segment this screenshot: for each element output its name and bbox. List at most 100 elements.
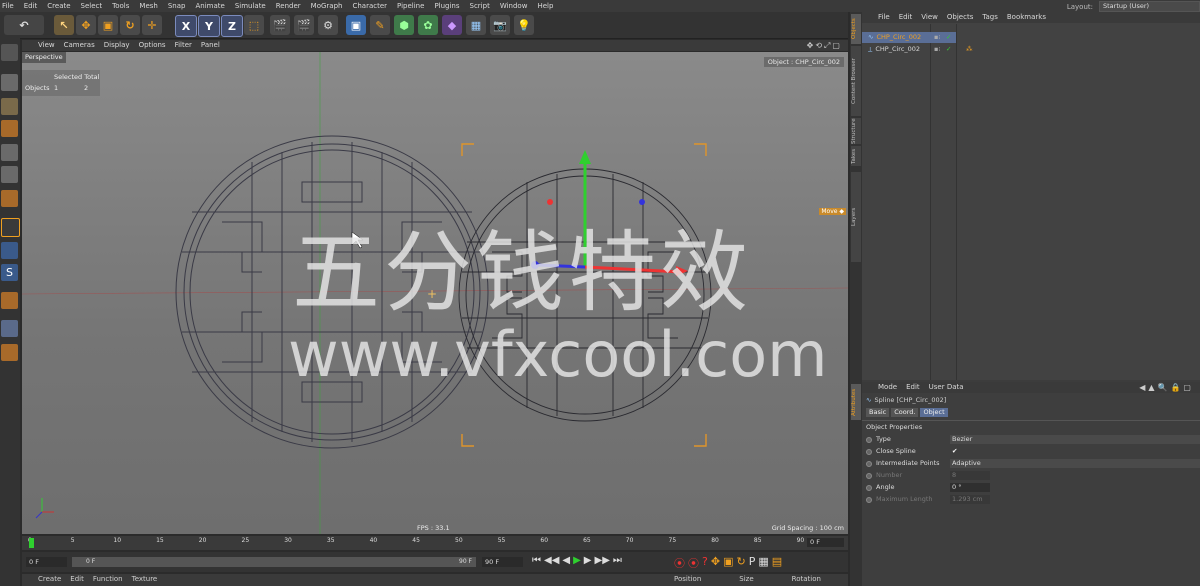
animate-dot-icon[interactable]: [866, 436, 872, 443]
enabled-check-icon[interactable]: ✓: [946, 32, 951, 43]
tab-basic[interactable]: Basic: [866, 408, 890, 417]
viewport-menu-view[interactable]: View: [38, 41, 55, 50]
bottom-menu-create[interactable]: Create: [38, 575, 61, 583]
animate-dot-icon[interactable]: [866, 448, 872, 455]
enabled-check-icon[interactable]: ✓: [946, 44, 951, 55]
am-menu-user-data[interactable]: User Data: [929, 382, 964, 393]
play-icon[interactable]: ▶: [573, 555, 581, 566]
om-menu-objects[interactable]: Objects: [947, 12, 973, 23]
preview-range-slider[interactable]: 0 F 90 F: [72, 557, 476, 567]
object-row-2[interactable]: ⟂ CHP_Circ_002 ▪⁝ ✓ ⁂: [868, 44, 973, 55]
animate-dot-icon[interactable]: [866, 496, 872, 503]
previous-frame-icon[interactable]: ◀: [562, 555, 570, 566]
playhead[interactable]: [29, 538, 34, 548]
visibility-dots-icon[interactable]: ▪⁝: [934, 32, 940, 43]
timeline-ruler[interactable]: 051015202530354045505560657075808590 0 F: [22, 536, 848, 550]
viewport-menu-cameras[interactable]: Cameras: [64, 41, 95, 50]
cube-icon[interactable]: ▣: [346, 15, 366, 35]
viewport-nav-icons[interactable]: ✥⟲⤢▢: [807, 40, 842, 51]
visibility-dots-icon[interactable]: ▪⁝: [934, 44, 940, 55]
render-settings-icon[interactable]: ⚙: [318, 15, 338, 35]
prop-value-disabled[interactable]: 1.293 cm: [950, 495, 990, 504]
camera-icon[interactable]: 📷: [490, 15, 510, 35]
key-param-icon[interactable]: P: [749, 555, 756, 571]
key-rotation-icon[interactable]: ↻: [736, 555, 745, 571]
keyframe-selection-icon[interactable]: ?: [702, 555, 708, 571]
bottom-menu-texture[interactable]: Texture: [132, 575, 158, 583]
timeline-window-icon[interactable]: ▤: [772, 555, 782, 571]
snap-icon[interactable]: S: [1, 264, 18, 281]
bottom-menu-edit[interactable]: Edit: [70, 575, 84, 583]
previous-key-icon[interactable]: ◀◀: [544, 555, 559, 566]
menu-character[interactable]: Character: [352, 1, 387, 11]
menu-plugins[interactable]: Plugins: [434, 1, 459, 11]
prop-value-check[interactable]: ✔: [950, 447, 957, 456]
prop-value-field[interactable]: 0 °: [950, 483, 990, 492]
tab-objects[interactable]: Objects: [851, 14, 861, 44]
menu-snap[interactable]: Snap: [168, 1, 186, 11]
menu-script[interactable]: Script: [470, 1, 490, 11]
perspective-viewport[interactable]: Perspective Selected Total Objects 1 2 O…: [22, 52, 848, 534]
animate-dot-icon[interactable]: [866, 484, 872, 491]
prop-value-disabled[interactable]: 8: [950, 471, 990, 480]
menu-mesh[interactable]: Mesh: [139, 1, 157, 11]
menu-pipeline[interactable]: Pipeline: [397, 1, 424, 11]
end-frame-field[interactable]: 90 F: [482, 557, 523, 567]
menu-file[interactable]: File: [2, 1, 14, 11]
menu-create[interactable]: Create: [47, 1, 70, 11]
axis-mode-icon[interactable]: [1, 218, 20, 237]
layout-dropdown[interactable]: Startup (User): [1099, 1, 1200, 12]
planar-workplane-icon[interactable]: [1, 320, 18, 337]
subdivision-icon[interactable]: ⬢: [394, 15, 414, 35]
texture-mode-icon[interactable]: [1, 98, 18, 115]
polygons-mode-icon[interactable]: [1, 190, 18, 207]
go-to-end-icon[interactable]: ⏭: [613, 555, 622, 566]
am-menu-edit[interactable]: Edit: [906, 382, 920, 393]
viewport-menu-options[interactable]: Options: [139, 41, 166, 50]
lock-workplane-icon[interactable]: [1, 292, 18, 309]
deformer-icon[interactable]: ◆: [442, 15, 462, 35]
om-menu-edit[interactable]: Edit: [899, 12, 913, 23]
select-arrow-icon[interactable]: ↖: [54, 15, 74, 35]
render-view-icon[interactable]: 🎬: [270, 15, 290, 35]
menu-tools[interactable]: Tools: [112, 1, 129, 11]
pen-icon[interactable]: ✎: [370, 15, 390, 35]
menu-edit[interactable]: Edit: [24, 1, 38, 11]
points-mode-icon[interactable]: [1, 144, 18, 161]
menu-render[interactable]: Render: [276, 1, 301, 11]
prop-value-dropdown[interactable]: Bezier: [950, 435, 1200, 444]
tab-structure[interactable]: Structure: [851, 118, 861, 144]
model-mode-icon[interactable]: [1, 74, 18, 91]
tab-attributes[interactable]: Attributes: [851, 384, 861, 420]
prop-value-dropdown[interactable]: Adaptive: [950, 459, 1200, 468]
menu-simulate[interactable]: Simulate: [235, 1, 266, 11]
menu-window[interactable]: Window: [500, 1, 528, 11]
record-icon[interactable]: ⦿: [674, 555, 685, 571]
next-frame-icon[interactable]: ▶: [584, 555, 592, 566]
animate-dot-icon[interactable]: [866, 460, 872, 467]
start-frame-field[interactable]: 0 F: [26, 557, 67, 567]
cloner-icon[interactable]: ✿: [418, 15, 438, 35]
tag-icon[interactable]: ⁂: [966, 44, 973, 55]
z-axis-icon[interactable]: Z: [221, 15, 243, 37]
autokey-icon[interactable]: ⦿: [688, 555, 699, 571]
tab-content-browser[interactable]: Content Browser: [851, 46, 861, 116]
rotate-tool-icon[interactable]: ↻: [120, 15, 140, 35]
tab-coord[interactable]: Coord.: [891, 408, 919, 417]
tab-takes[interactable]: Takes: [851, 146, 861, 166]
move-tool-icon[interactable]: ✥: [76, 15, 96, 35]
om-menu-view[interactable]: View: [921, 12, 938, 23]
om-menu-tags[interactable]: Tags: [982, 12, 998, 23]
next-key-icon[interactable]: ▶▶: [595, 555, 610, 566]
am-menu-mode[interactable]: Mode: [878, 382, 897, 393]
om-menu-bookmarks[interactable]: Bookmarks: [1007, 12, 1046, 23]
object-row-1[interactable]: ∿ CHP_Circ_002 ▪⁝ ✓: [862, 32, 956, 43]
tab-layers[interactable]: Layers: [851, 172, 861, 262]
light-icon[interactable]: 💡: [514, 15, 534, 35]
make-editable-icon[interactable]: [1, 44, 18, 61]
menu-mograph[interactable]: MoGraph: [311, 1, 343, 11]
viewport-menu-filter[interactable]: Filter: [175, 41, 192, 50]
key-pla-icon[interactable]: ▦: [758, 555, 768, 571]
animate-dot-icon[interactable]: [866, 472, 872, 479]
menu-select[interactable]: Select: [81, 1, 103, 11]
